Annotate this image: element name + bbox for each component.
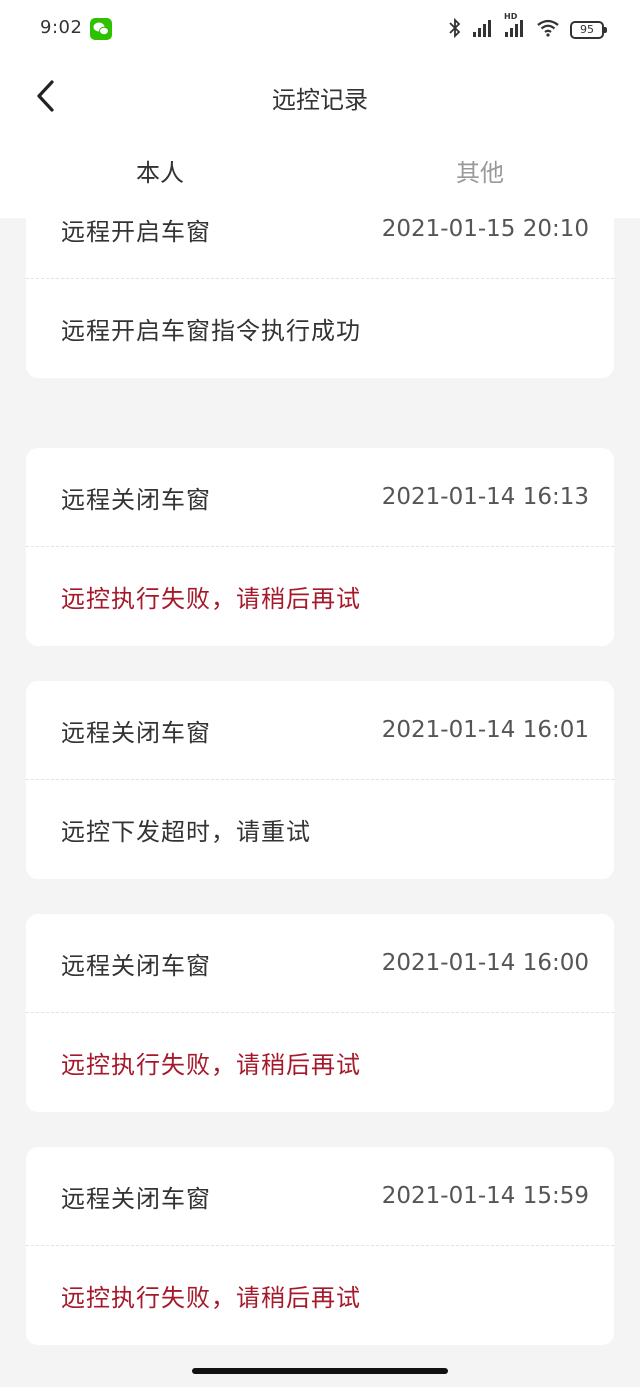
- record-time: 2021-01-14 15:59: [381, 1183, 589, 1209]
- status-time: 9:02: [40, 17, 83, 38]
- page-title: 远控记录: [272, 86, 368, 114]
- record-action: 远程关闭车窗: [61, 1184, 211, 1213]
- record-time: 2021-01-14 16:13: [381, 484, 589, 510]
- record-card[interactable]: 远程关闭车窗 2021-01-14 16:00 远控执行失败，请稍后再试: [26, 914, 614, 1112]
- record-result: 远控执行失败，请稍后再试: [61, 1283, 361, 1312]
- record-card-body: 远控执行失败，请稍后再试: [26, 547, 614, 645]
- record-card-header: 远程关闭车窗 2021-01-14 16:13: [26, 448, 614, 547]
- record-card-body: 远控执行失败，请稍后再试: [26, 1013, 614, 1111]
- status-icons: HD 95: [448, 12, 607, 43]
- header: 远控记录: [0, 60, 640, 132]
- record-list[interactable]: 远程开启车窗 2021-01-15 20:10 远程开启车窗指令执行成功 远程关…: [0, 218, 640, 1353]
- record-card-header: 远程关闭车窗 2021-01-14 16:01: [26, 681, 614, 780]
- record-result: 远控执行失败，请稍后再试: [61, 584, 361, 613]
- record-time: 2021-01-15 20:10: [381, 218, 589, 242]
- record-card[interactable]: 远程关闭车窗 2021-01-14 16:13 远控执行失败，请稍后再试: [26, 448, 614, 646]
- network-hd-label: HD: [504, 12, 518, 21]
- record-result: 远控下发超时，请重试: [61, 817, 311, 846]
- record-result: 远控执行失败，请稍后再试: [61, 1050, 361, 1079]
- bluetooth-icon: [448, 17, 462, 43]
- tab-others[interactable]: 其他: [320, 132, 640, 218]
- home-indicator[interactable]: [192, 1368, 448, 1374]
- battery-icon: 95: [570, 21, 607, 39]
- record-card-header: 远程开启车窗 2021-01-15 20:10: [26, 218, 614, 279]
- tab-bar: 本人 其他: [0, 132, 640, 218]
- record-card-body: 远控下发超时，请重试: [26, 780, 614, 878]
- record-time: 2021-01-14 16:00: [381, 950, 589, 976]
- record-time: 2021-01-14 16:01: [381, 717, 589, 743]
- signal-hd-icon: HD: [504, 12, 526, 42]
- record-card-header: 远程关闭车窗 2021-01-14 16:00: [26, 914, 614, 1013]
- record-action: 远程关闭车窗: [61, 485, 211, 514]
- record-action: 远程关闭车窗: [61, 718, 211, 747]
- record-card-header: 远程关闭车窗 2021-01-14 15:59: [26, 1147, 614, 1246]
- wechat-icon: [90, 18, 112, 40]
- record-result: 远程开启车窗指令执行成功: [61, 316, 361, 345]
- status-bar: 9:02 HD 95: [0, 0, 640, 60]
- record-action: 远程关闭车窗: [61, 951, 211, 980]
- record-card-body: 远控执行失败，请稍后再试: [26, 1246, 614, 1344]
- remote-control-records-screen: 9:02 HD 95 远控记录 本人 其他 远程开启车窗 2021-01-15 …: [0, 0, 640, 1387]
- signal-icon: [472, 18, 494, 42]
- tab-self[interactable]: 本人: [0, 132, 320, 218]
- record-card[interactable]: 远程关闭车窗 2021-01-14 16:01 远控下发超时，请重试: [26, 681, 614, 879]
- record-card[interactable]: 远程开启车窗 2021-01-15 20:10 远程开启车窗指令执行成功: [26, 218, 614, 378]
- record-card-body: 远程开启车窗指令执行成功: [26, 279, 614, 377]
- record-action: 远程开启车窗: [61, 218, 211, 246]
- wifi-icon: [536, 18, 560, 42]
- record-card[interactable]: 远程关闭车窗 2021-01-14 15:59 远控执行失败，请稍后再试: [26, 1147, 614, 1345]
